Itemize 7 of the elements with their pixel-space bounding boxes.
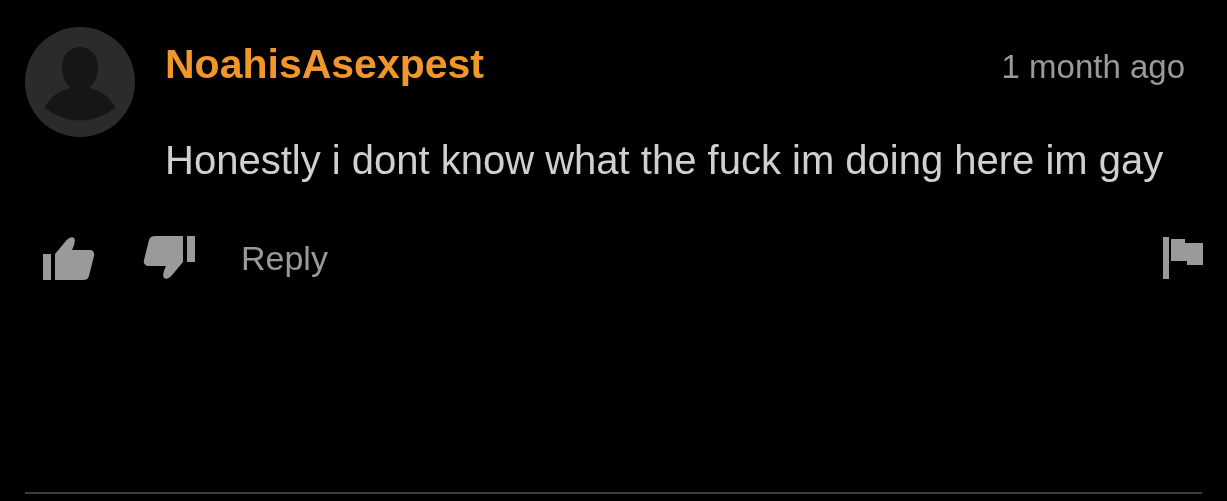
username[interactable]: NoahisAsexpest [165, 41, 484, 88]
thumbs-up-icon[interactable] [43, 236, 95, 280]
flag-icon[interactable] [1163, 237, 1203, 279]
reply-button[interactable]: Reply [241, 238, 328, 278]
comment-text: Honestly i dont know what the fuck im doing here im gay [165, 137, 1165, 184]
timestamp: 1 month ago [1001, 48, 1185, 86]
avatar-icon [25, 27, 135, 137]
